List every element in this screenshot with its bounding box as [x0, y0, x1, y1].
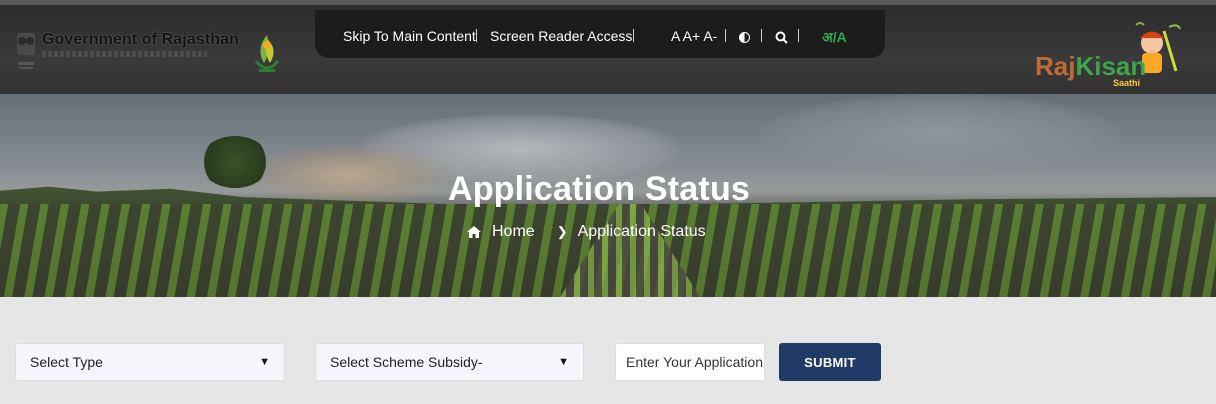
language-toggle[interactable]: अ/A: [822, 28, 847, 47]
breadcrumb: Home ❯ Application Status: [466, 223, 706, 241]
search-icon[interactable]: [775, 31, 788, 47]
application-input-placeholder: Enter Your Application: [626, 354, 763, 370]
scheme-select-value: Select Scheme Subsidy-: [330, 354, 483, 370]
chevron-down-icon: ▼: [558, 356, 569, 368]
rajkisan-saathi-logo[interactable]: RajKisan Saathi: [1030, 21, 1188, 91]
scheme-subsidy-select[interactable]: Select Scheme Subsidy- ▼: [315, 343, 584, 381]
nav-separator: [476, 29, 477, 42]
font-size-controls[interactable]: A A+ A-: [671, 28, 717, 44]
submit-button[interactable]: SUBMIT: [779, 343, 881, 381]
chevron-down-icon: ▼: [259, 356, 270, 368]
contrast-icon[interactable]: [739, 32, 750, 43]
nav-separator: [798, 29, 799, 42]
hero-banner: Application Status Home ❯ Application St…: [0, 94, 1216, 297]
breadcrumb-current: Application Status: [577, 223, 706, 240]
government-title: Government of Rajasthan: [42, 31, 240, 48]
breadcrumb-home-link[interactable]: Home: [492, 223, 535, 241]
wheat-leaf-logo-icon: [250, 31, 284, 77]
home-icon[interactable]: [466, 225, 482, 239]
type-select[interactable]: Select Type ▼: [15, 343, 285, 381]
top-accessibility-nav: Skip To Main Content Screen Reader Acces…: [315, 10, 885, 58]
page-title: Application Status: [447, 170, 751, 208]
chevron-right-icon: ❯: [556, 224, 568, 239]
government-logo[interactable]: Government of Rajasthan: [14, 31, 239, 73]
nav-separator: [761, 29, 762, 42]
nav-separator: [633, 29, 634, 42]
application-number-input[interactable]: Enter Your Application: [615, 343, 765, 381]
skip-to-main-content-link[interactable]: Skip To Main Content: [343, 28, 476, 44]
government-subtitle-strip: [42, 51, 207, 57]
nav-separator: [725, 29, 726, 42]
brand-tagline: Saathi: [1113, 78, 1141, 88]
emblem-icon: [14, 31, 38, 73]
application-status-form: Select Type ▼ Select Scheme Subsidy- ▼ E…: [0, 297, 1216, 404]
screen-reader-access-link[interactable]: Screen Reader Access: [490, 28, 632, 44]
type-select-value: Select Type: [30, 354, 103, 370]
site-header: Government of Rajasthan Skip To Main Con…: [0, 0, 1216, 94]
